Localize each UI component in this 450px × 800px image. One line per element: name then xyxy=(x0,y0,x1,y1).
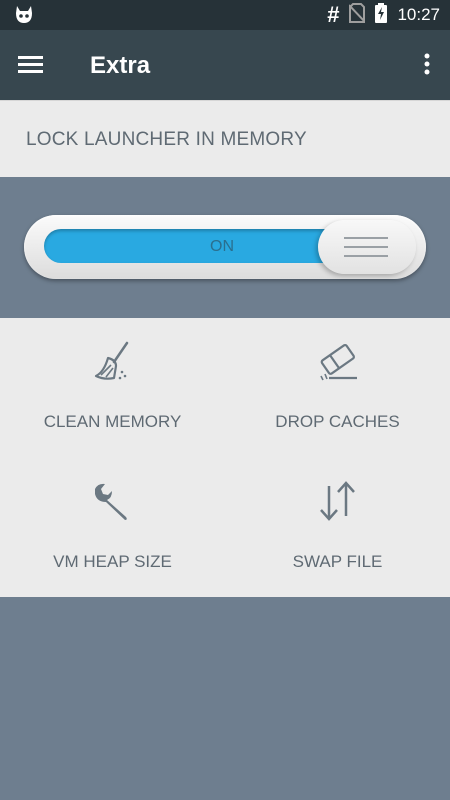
toggle-area: ON xyxy=(0,177,450,318)
cyanogen-icon xyxy=(14,5,34,29)
section-label: LOCK LAUNCHER IN MEMORY xyxy=(26,129,307,150)
broom-icon xyxy=(92,340,134,382)
swap-file-label: SWAP FILE xyxy=(292,552,383,571)
grip-icon xyxy=(344,237,388,257)
drop-caches-button[interactable]: DROP CACHES xyxy=(225,318,450,458)
battery-charging-icon xyxy=(375,3,388,27)
lock-launcher-header: LOCK LAUNCHER IN MEMORY xyxy=(0,100,450,177)
menu-icon[interactable] xyxy=(18,50,52,80)
vm-heap-size-label: VM HEAP SIZE xyxy=(53,552,172,571)
page-title: Extra xyxy=(90,52,151,79)
eraser-icon xyxy=(317,340,359,382)
swap-vert-icon xyxy=(317,480,359,522)
clean-memory-label: CLEAN MEMORY xyxy=(43,412,182,431)
toggle-knob[interactable] xyxy=(318,220,416,274)
drop-caches-label: DROP CACHES xyxy=(275,412,400,431)
status-bar: # 10:27 xyxy=(0,0,450,30)
wrench-icon xyxy=(92,480,134,522)
status-time: 10:27 xyxy=(397,5,440,24)
vm-heap-size-button[interactable]: VM HEAP SIZE xyxy=(0,458,225,598)
clean-memory-button[interactable]: CLEAN MEMORY xyxy=(0,318,225,458)
toggle-state-label: ON xyxy=(210,238,234,255)
app-bar: Extra xyxy=(0,30,450,100)
lock-launcher-toggle[interactable]: ON xyxy=(24,215,426,279)
tools-grid: CLEAN MEMORY DROP CACHES VM HEAP SIZE SW… xyxy=(0,318,450,597)
more-vert-icon[interactable] xyxy=(418,50,436,80)
swap-file-button[interactable]: SWAP FILE xyxy=(225,458,450,598)
toggle-track xyxy=(44,229,344,263)
status-hash: # xyxy=(327,2,340,27)
no-sim-icon xyxy=(348,3,367,27)
